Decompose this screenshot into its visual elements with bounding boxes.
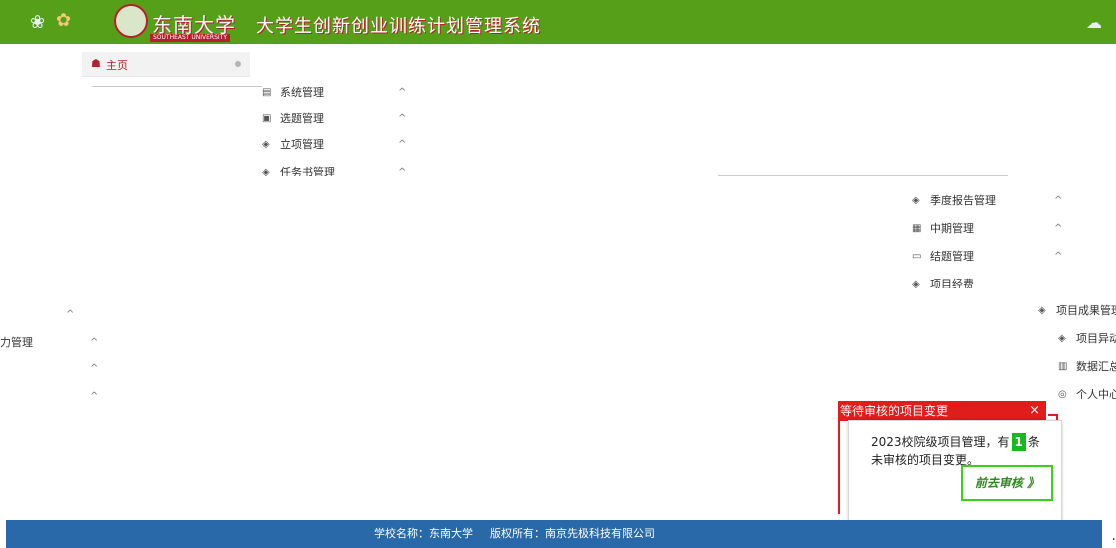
home-icon: ☗ bbox=[91, 57, 101, 70]
header-bar: ❀ ✿ 东南大学 SOUTHEAST UNIVERSITY 大学生创新创业训练计… bbox=[0, 0, 1116, 44]
chevron-up-icon: ^ bbox=[90, 337, 99, 348]
notification-header: 等待审核的项目变更 × bbox=[838, 401, 1046, 421]
school-logo bbox=[114, 4, 148, 38]
gear-icon: ▤ bbox=[262, 87, 272, 98]
cube-icon: ◈ bbox=[912, 195, 920, 206]
cube-icon: ◈ bbox=[262, 167, 270, 176]
chevron-up-icon: ^ bbox=[1054, 251, 1063, 262]
chevron-up-icon: ^ bbox=[1054, 223, 1063, 234]
sidebar-item-quarter[interactable]: ◈ 季度报告管理 ^ bbox=[912, 188, 1082, 214]
list-icon: ▣ bbox=[262, 113, 272, 124]
sidebar-item-fragment[interactable]: ^ bbox=[0, 356, 110, 382]
go-review-button[interactable]: 前去审核 》 bbox=[961, 465, 1053, 501]
footer-bar: 学校名称：东南大学 版权所有：南京先极科技有限公司 bbox=[6, 520, 1102, 548]
chevron-up-icon: ^ bbox=[398, 167, 407, 176]
notification-panel: 2023校院级项目管理，有 1 条未审核的项目变更。 前去审核 》 bbox=[848, 420, 1062, 522]
sidebar-item-task[interactable]: ◈ 任务书管理 ^ bbox=[262, 160, 422, 176]
chevron-up-icon: ^ bbox=[398, 139, 407, 150]
monitor-icon: ▭ bbox=[912, 251, 922, 262]
chevron-up-icon: ^ bbox=[66, 309, 75, 320]
cube-icon: ◈ bbox=[912, 279, 920, 288]
school-name-en: SOUTHEAST UNIVERSITY bbox=[150, 34, 230, 42]
sidebar-item-label: 任务书管理 bbox=[280, 166, 335, 176]
sidebar-item-label: 选题管理 bbox=[280, 112, 324, 125]
sidebar-item-label: 力管理 bbox=[0, 336, 33, 349]
tab-close-dot[interactable] bbox=[235, 61, 241, 67]
notification-message: 2023校院级项目管理，有 1 条未审核的项目变更。 bbox=[871, 433, 1051, 469]
sidebar-item-fragment[interactable]: ^ bbox=[0, 302, 110, 328]
cube-icon: ◈ bbox=[1058, 333, 1066, 344]
footer-copyright: 版权所有：南京先极科技有限公司 bbox=[490, 527, 655, 540]
tab-home[interactable]: ☗ 主页 bbox=[82, 52, 250, 77]
chevron-up-icon: ^ bbox=[90, 363, 99, 374]
sidebar-item-funds[interactable]: ◈ 项目经费 bbox=[912, 272, 1082, 288]
sidebar-item-change[interactable]: ◈ 项目异动 bbox=[1058, 326, 1116, 352]
pending-count-badge: 1 bbox=[1011, 433, 1026, 451]
sidebar-item-label: 立项管理 bbox=[280, 138, 324, 151]
sidebar-item-fragment[interactable]: ^ bbox=[0, 384, 110, 410]
sidebar-menu-c: ◈ 项目成果管理 ◈ 项目异动 ▥ 数据汇总 ◎ 个人中心 bbox=[1038, 296, 1116, 414]
sidebar-menu-d: ^ 力管理 ^ ^ ^ bbox=[0, 300, 110, 412]
cube-icon: ◈ bbox=[262, 139, 270, 150]
edge-mark: · bbox=[1111, 532, 1116, 548]
grid-icon: ▦ bbox=[912, 223, 922, 234]
system-title: 大学生创新创业训练计划管理系统 bbox=[256, 16, 541, 37]
notification-outline bbox=[838, 418, 846, 514]
sidebar-item-label: 结题管理 bbox=[930, 250, 974, 263]
sidebar-item-topic[interactable]: ▣ 选题管理 ^ bbox=[262, 106, 422, 132]
sidebar-menu-a: ▤ 系统管理 ^ ▣ 选题管理 ^ ◈ 立项管理 ^ ◈ 任务书管理 ^ bbox=[262, 80, 422, 176]
sidebar-item-label: 季度报告管理 bbox=[930, 194, 996, 207]
sidebar-item-label: 个人中心 bbox=[1076, 388, 1116, 401]
chevron-up-icon: ^ bbox=[90, 391, 99, 402]
footer-school: 学校名称：东南大学 bbox=[374, 527, 473, 540]
notification-title: 等待审核的项目变更 bbox=[840, 404, 949, 418]
sidebar-item-profile[interactable]: ◎ 个人中心 bbox=[1058, 382, 1116, 408]
sidebar-menu-b: ◈ 季度报告管理 ^ ▦ 中期管理 ^ ▭ 结题管理 ^ ◈ 项目经费 bbox=[912, 176, 1082, 288]
sidebar-item-label: 中期管理 bbox=[930, 222, 974, 235]
sidebar-item-midterm[interactable]: ▦ 中期管理 ^ bbox=[912, 216, 1082, 242]
cube-icon: ◈ bbox=[1038, 305, 1046, 316]
chevron-up-icon: ^ bbox=[398, 113, 407, 124]
decoration-icon: ✿ bbox=[56, 10, 72, 31]
close-icon[interactable]: × bbox=[1029, 401, 1040, 421]
chevron-up-icon: ^ bbox=[398, 87, 407, 98]
sidebar-item-label: 项目异动 bbox=[1076, 332, 1116, 345]
sidebar-item-achievement[interactable]: ◈ 项目成果管理 bbox=[1038, 298, 1116, 324]
decoration-icon: ❀ bbox=[30, 12, 46, 33]
user-circle-icon: ◎ bbox=[1058, 389, 1067, 400]
notification-text: 2023校院级项目管理，有 bbox=[871, 435, 1010, 449]
tab-home-label: 主页 bbox=[106, 59, 128, 72]
sidebar-item-fragment[interactable]: 力管理 ^ bbox=[0, 330, 110, 356]
sidebar-item-label: 项目经费 bbox=[930, 278, 974, 288]
sidebar-item-summary[interactable]: ▥ 数据汇总 bbox=[1058, 354, 1116, 380]
sidebar-item-system[interactable]: ▤ 系统管理 ^ bbox=[262, 80, 422, 106]
sidebar-item-closing[interactable]: ▭ 结题管理 ^ bbox=[912, 244, 1082, 270]
sidebar-item-label: 项目成果管理 bbox=[1056, 304, 1116, 317]
decoration-icon: ☁ bbox=[1086, 13, 1102, 32]
bar-chart-icon: ▥ bbox=[1058, 361, 1068, 372]
sidebar-item-label: 系统管理 bbox=[280, 86, 324, 99]
sidebar-item-label: 数据汇总 bbox=[1076, 360, 1116, 373]
sidebar-item-project[interactable]: ◈ 立项管理 ^ bbox=[262, 132, 422, 158]
chevron-up-icon: ^ bbox=[1054, 195, 1063, 206]
